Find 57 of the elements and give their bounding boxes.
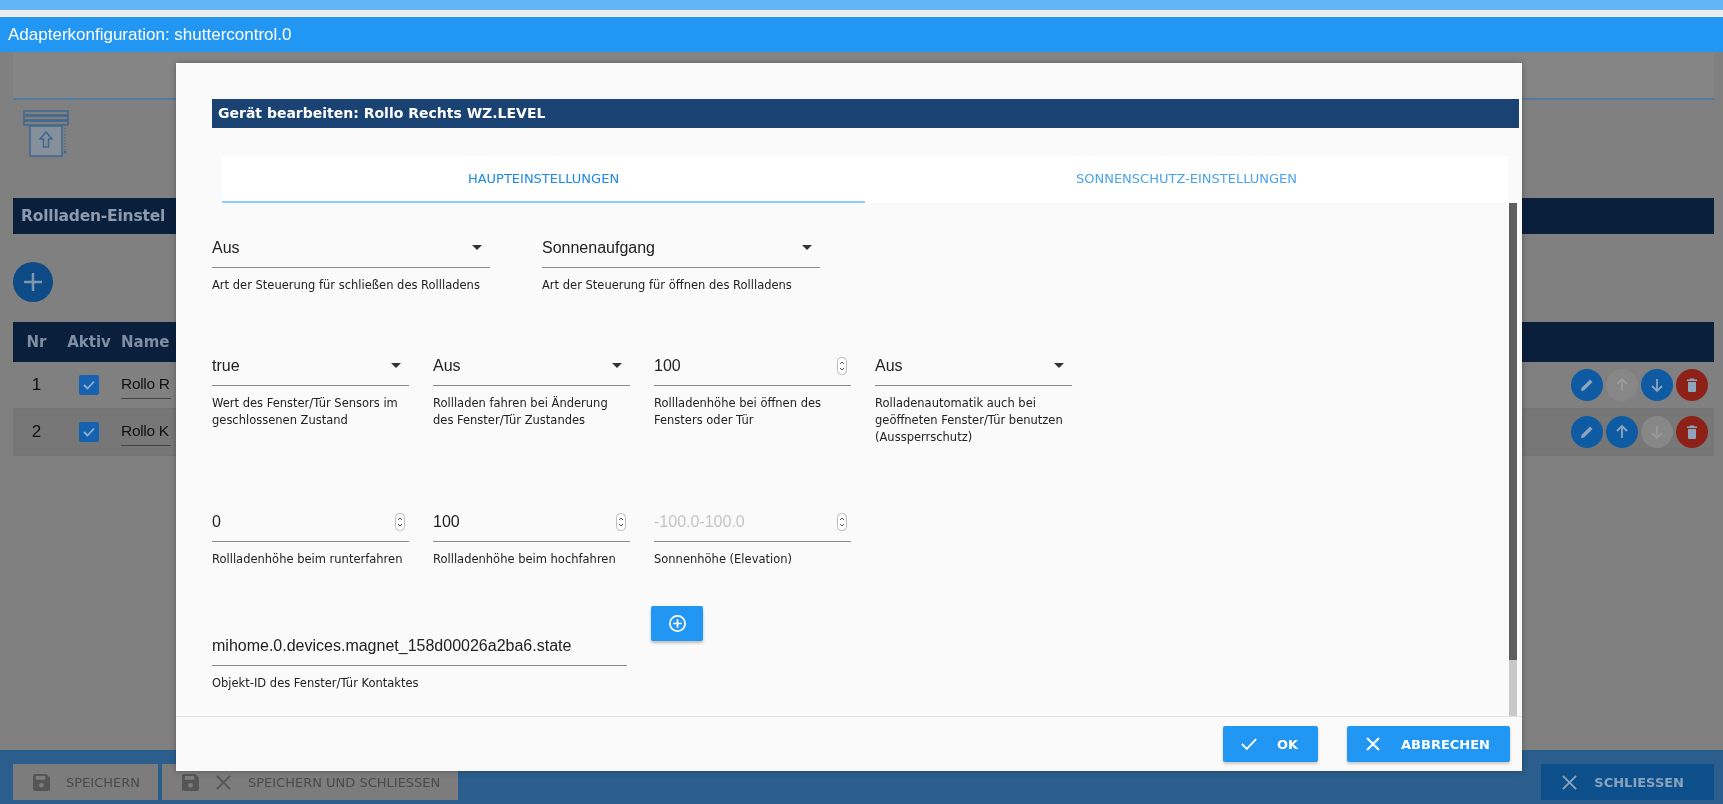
- column-header: Name: [121, 333, 170, 351]
- window-title: Adapterkonfiguration: shuttercontrol.0: [0, 17, 1723, 52]
- select-field[interactable]: Aus: [433, 346, 630, 386]
- scrollbar[interactable]: [1509, 203, 1517, 716]
- delete-button[interactable]: [1676, 369, 1708, 401]
- move-down-button[interactable]: [1641, 369, 1673, 401]
- spinner-icon: [616, 512, 626, 531]
- spinner-icon: [395, 512, 405, 531]
- field-label: Rollladen fahren bei Änderung des Fenster/Tür Zustandes: [433, 395, 609, 429]
- move-up-button[interactable]: [1606, 416, 1638, 448]
- checkbox[interactable]: [79, 375, 99, 395]
- close-icon: [1365, 737, 1382, 751]
- close-button[interactable]: SCHLIESSEN: [1541, 764, 1714, 800]
- ok-button[interactable]: OK: [1222, 726, 1319, 762]
- tab[interactable]: SONNENSCHUTZ-EINSTELLUNGEN: [865, 156, 1508, 203]
- number-field[interactable]: 0: [212, 502, 409, 542]
- field-label: Art der Steuerung für öffnen des Rollladens: [542, 277, 793, 294]
- select-field[interactable]: Sonnenaufgang: [542, 228, 820, 268]
- edit-button[interactable]: [1571, 416, 1603, 448]
- field-label: Rolladenautomatik auch bei geöffneten Fenster/Tür benutzen (Aussperrschutz): [875, 395, 1064, 446]
- checkmark-icon: [1240, 737, 1257, 751]
- table-cell-text: 2: [30, 422, 43, 442]
- field-label: Art der Steuerung für schließen des Rollladens: [212, 277, 481, 294]
- number-field[interactable]: 100: [433, 502, 630, 542]
- tab[interactable]: HAUPTEINSTELLUNGEN: [222, 156, 865, 203]
- add-button[interactable]: [651, 606, 703, 641]
- name-field[interactable]: Rollo R: [121, 371, 171, 399]
- field-label: Rollladenhöhe bei öffnen des Fensters oder Tür: [654, 395, 822, 429]
- number-field[interactable]: 100: [654, 346, 851, 386]
- delete-button[interactable]: [1676, 416, 1708, 448]
- field-label: Wert des Fenster/Tür Sensors im geschlossenen Zustand: [212, 395, 399, 429]
- spinner-icon: [837, 512, 847, 531]
- select-field[interactable]: true: [212, 346, 409, 386]
- field-label: Sonnenhöhe (Elevation): [654, 551, 793, 568]
- field-label: Objekt-ID des Fenster/Tür Kontaktes: [212, 675, 420, 692]
- caret-icon: [472, 245, 482, 250]
- select-field[interactable]: Aus: [875, 346, 1072, 386]
- table-cell-text: 1: [30, 375, 43, 395]
- cancel-button[interactable]: ABBRECHEN: [1347, 726, 1510, 762]
- select-field[interactable]: Aus: [212, 228, 490, 268]
- plus-circle-icon: [667, 614, 687, 633]
- edit-button[interactable]: [1571, 369, 1603, 401]
- dialog-title: Gerät bearbeiten: Rollo Rechts WZ.LEVEL: [212, 99, 1519, 128]
- caret-icon: [802, 245, 812, 250]
- section-title: Rollladen-Einstel: [21, 207, 166, 225]
- name-field[interactable]: Rollo K: [121, 418, 171, 446]
- spinner-icon: [837, 356, 847, 375]
- field-label: Rollladenhöhe beim runterfahren: [212, 551, 404, 568]
- checkbox[interactable]: [79, 422, 99, 442]
- close-icon: [1561, 773, 1579, 791]
- shutter-icon: [23, 110, 69, 158]
- field-label: Rollladenhöhe beim hochfahren: [433, 551, 617, 568]
- column-header: Aktiv: [66, 333, 112, 351]
- close-icon: [214, 773, 232, 791]
- add-button[interactable]: [13, 262, 53, 302]
- text-field[interactable]: mihome.0.devices.magnet_158d00026a2ba6.state: [212, 626, 627, 666]
- column-header: Nr: [25, 333, 48, 351]
